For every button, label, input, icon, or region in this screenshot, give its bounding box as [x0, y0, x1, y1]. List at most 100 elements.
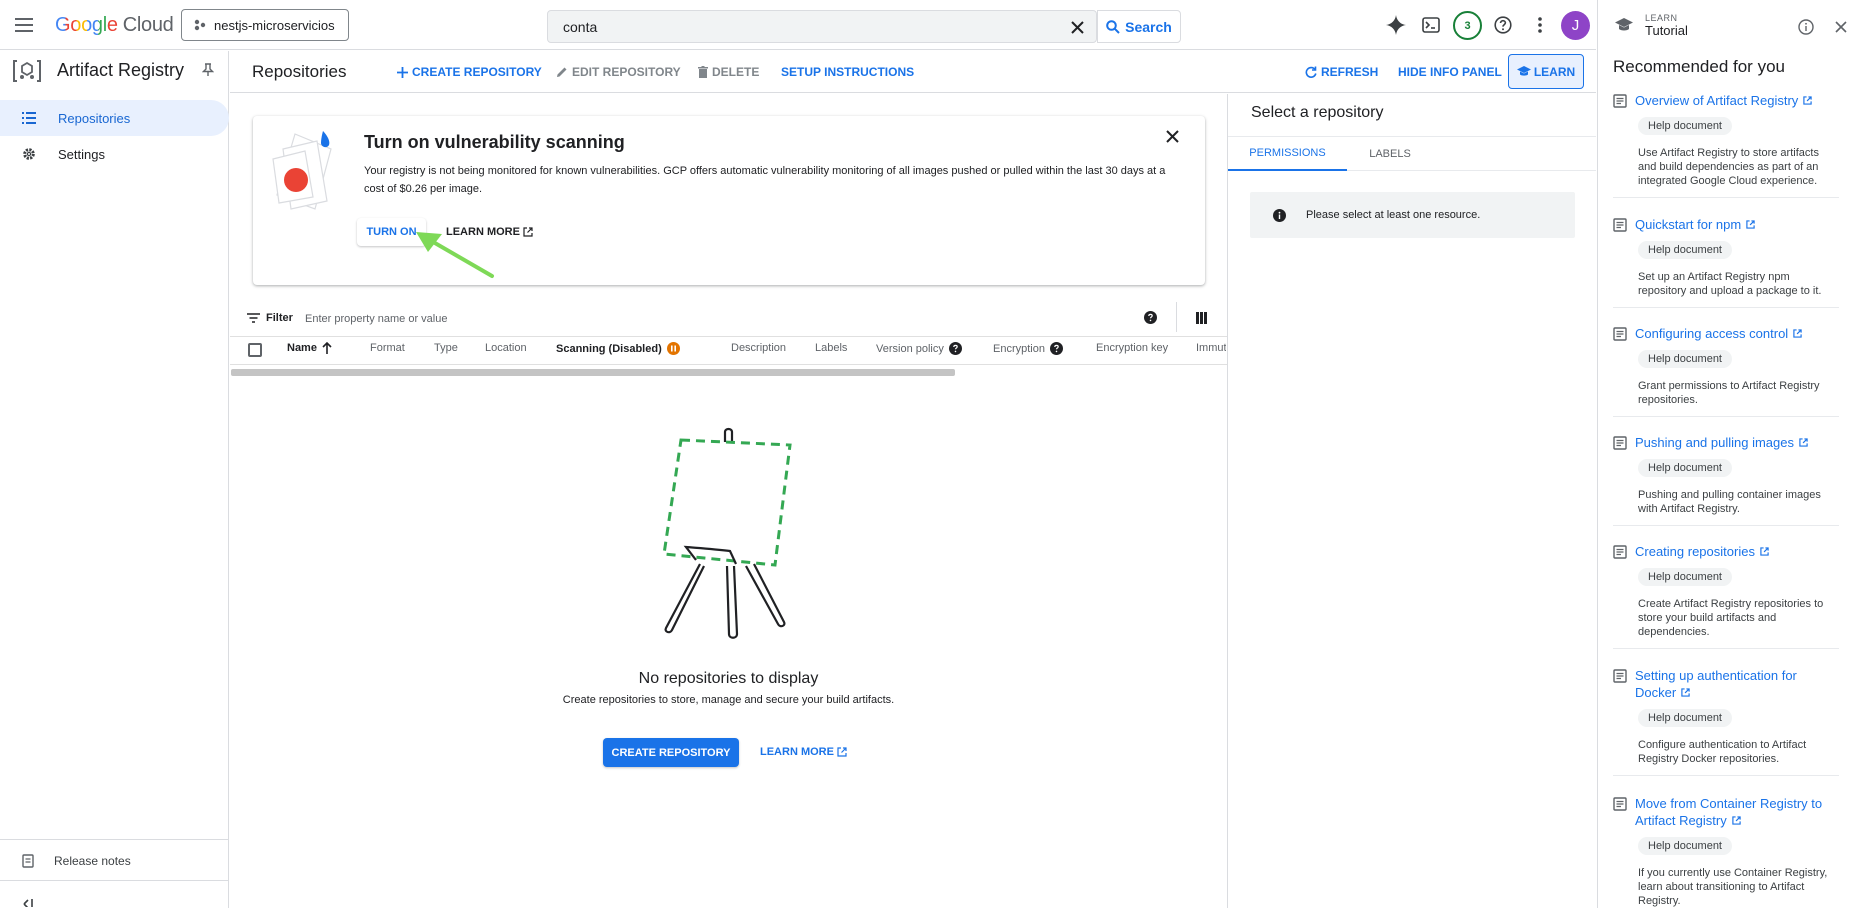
recommendation-card[interactable]: Creating repositories Help document Create…: [1613, 543, 1839, 649]
user-avatar[interactable]: J: [1561, 11, 1590, 40]
recommendation-title[interactable]: Overview of Artifact Registry: [1635, 92, 1812, 109]
recommendation-card[interactable]: Move from Container Registry to Artifact…: [1613, 795, 1839, 908]
filter-input[interactable]: Enter property name or value: [305, 313, 447, 325]
close-banner-icon[interactable]: [1166, 130, 1179, 143]
paused-status-icon: [666, 342, 680, 355]
empty-learn-more-link[interactable]: LEARN MORE: [760, 746, 847, 758]
column-encryption[interactable]: Encryption: [993, 342, 1063, 355]
recommendation-title[interactable]: Move from Container Registry to Artifact…: [1635, 795, 1839, 829]
column-scanning[interactable]: Scanning (Disabled): [556, 342, 680, 355]
document-icon: [1613, 669, 1627, 683]
pin-icon[interactable]: [202, 63, 214, 77]
recommendation-title[interactable]: Creating repositories: [1635, 543, 1769, 560]
refresh-button[interactable]: REFRESH: [1305, 51, 1378, 93]
recommendation-description: Grant permissions to Artifact Registry r…: [1638, 380, 1820, 406]
page-toolbar: Repositories CREATE REPOSITORY EDIT REPO…: [230, 51, 1596, 93]
recommendation-title[interactable]: Pushing and pulling images: [1635, 434, 1808, 451]
setup-instructions-button[interactable]: SETUP INSTRUCTIONS: [781, 51, 914, 93]
help-icon: [1049, 342, 1063, 355]
logo-google: Google: [55, 14, 118, 36]
school-icon: [1615, 18, 1633, 31]
close-icon[interactable]: [1835, 21, 1847, 33]
help-icon[interactable]: [1493, 15, 1513, 35]
recommendation-card[interactable]: Pushing and pulling images Help document P…: [1613, 434, 1839, 526]
release-notes-link[interactable]: Release notes: [0, 843, 229, 879]
sort-ascending-icon: [322, 342, 332, 354]
column-version-policy[interactable]: Version policy: [876, 342, 962, 355]
search-input[interactable]: conta: [547, 10, 1097, 43]
column-description[interactable]: Description: [731, 342, 786, 354]
cloud-shell-icon[interactable]: [1421, 15, 1441, 35]
external-link-icon: [1681, 688, 1690, 697]
release-notes-icon: [22, 854, 34, 868]
help-document-chip: Help document: [1638, 459, 1732, 477]
gear-icon: [23, 148, 35, 160]
banner-title: Turn on vulnerability scanning: [364, 132, 625, 152]
info-message: Please select at least one resource.: [1306, 209, 1481, 221]
main-menu-icon[interactable]: [12, 13, 36, 37]
collapse-nav-icon[interactable]: [22, 899, 34, 907]
search-icon: [1106, 19, 1120, 34]
more-options-icon[interactable]: [1530, 15, 1550, 35]
external-link-icon: [1799, 438, 1808, 447]
edit-repository-button[interactable]: EDIT REPOSITORY: [556, 51, 681, 93]
search-button[interactable]: Search: [1097, 10, 1181, 43]
filter-button[interactable]: Filter: [247, 312, 293, 324]
column-encryption-label: Encryption: [993, 342, 1045, 355]
list-icon: [22, 112, 36, 124]
column-format[interactable]: Format: [370, 342, 405, 354]
column-labels[interactable]: Labels: [815, 342, 847, 354]
horizontal-scrollbar[interactable]: [231, 369, 955, 376]
divider: [1613, 648, 1839, 649]
recommendation-title[interactable]: Configuring access control: [1635, 325, 1802, 342]
pencil-icon: [557, 67, 567, 77]
recommendation-card[interactable]: Configuring access control Help document G…: [1613, 325, 1839, 417]
recommendation-card[interactable]: Setting up authentication for Docker Help…: [1613, 667, 1839, 776]
column-name-label: Name: [287, 342, 317, 354]
nav-item-settings[interactable]: Settings: [0, 136, 229, 172]
recommendation-title[interactable]: Quickstart for npm: [1635, 216, 1755, 233]
learn-button[interactable]: LEARN: [1508, 54, 1584, 89]
empty-state-illustration: [656, 424, 796, 642]
google-cloud-logo[interactable]: Google Cloud: [55, 14, 174, 37]
scanning-illustration: [265, 129, 347, 215]
table-help-icon[interactable]: [1144, 311, 1157, 324]
create-repository-button[interactable]: CREATE REPOSITORY: [397, 51, 542, 93]
vulnerability-scanning-banner: Turn on vulnerability scanning Your regi…: [253, 116, 1205, 285]
divider: [1613, 416, 1839, 417]
plus-icon: [397, 66, 408, 78]
external-link-icon: [1760, 547, 1769, 556]
recommendation-description: Use Artifact Registry to store artifacts…: [1638, 147, 1819, 187]
column-immutable[interactable]: Immut: [1196, 342, 1226, 354]
clear-search-icon[interactable]: [1071, 21, 1084, 34]
project-picker[interactable]: nestjs-microservicios: [181, 9, 349, 41]
nav-item-repositories[interactable]: Repositories: [0, 100, 229, 136]
recommendation-card[interactable]: Quickstart for npm Help document Set up an…: [1613, 216, 1839, 308]
gemini-icon[interactable]: [1385, 14, 1407, 36]
page-title: Repositories: [252, 62, 347, 81]
logo-cloud: Cloud: [122, 14, 174, 36]
notifications-badge[interactable]: 3: [1453, 11, 1482, 40]
info-outline-icon[interactable]: [1798, 19, 1814, 35]
column-type[interactable]: Type: [434, 342, 458, 354]
help-icon: [948, 342, 962, 355]
hide-info-panel-button[interactable]: HIDE INFO PANEL: [1398, 51, 1502, 93]
nav-item-label: Repositories: [58, 110, 131, 126]
tab-labels[interactable]: LABELS: [1347, 137, 1433, 171]
delete-button[interactable]: DELETE: [698, 51, 759, 93]
select-all-checkbox[interactable]: [248, 343, 262, 357]
help-document-chip: Help document: [1638, 568, 1732, 586]
document-icon: [1613, 797, 1627, 811]
create-repository-primary-button[interactable]: CREATE REPOSITORY: [603, 738, 739, 767]
column-name[interactable]: Name: [287, 342, 332, 354]
recommendation-card[interactable]: Overview of Artifact Registry Help docume…: [1613, 92, 1839, 198]
divider: [1176, 302, 1177, 332]
refresh-icon: [1305, 66, 1317, 78]
column-encryption-key[interactable]: Encryption key: [1096, 342, 1168, 354]
recommendation-description: Configure authentication to Artifact Reg…: [1638, 739, 1807, 765]
column-display-icon[interactable]: [1196, 312, 1207, 324]
column-location[interactable]: Location: [485, 342, 527, 354]
recommendation-description: Pushing and pulling container images wit…: [1638, 489, 1821, 515]
recommendation-title[interactable]: Setting up authentication for Docker: [1635, 667, 1839, 701]
tab-permissions[interactable]: PERMISSIONS: [1228, 137, 1347, 171]
